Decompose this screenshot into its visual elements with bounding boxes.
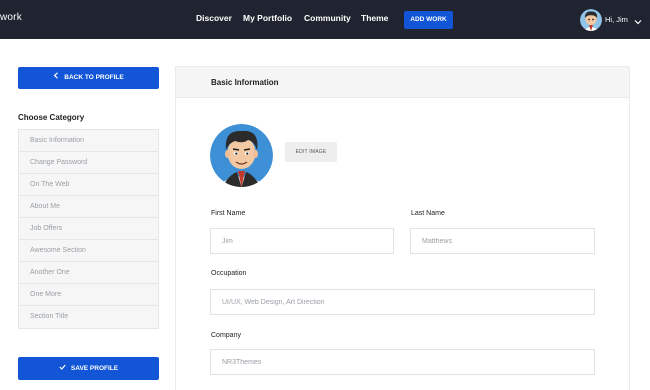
category-item-about-me[interactable]: About Me (19, 196, 158, 218)
edit-image-button[interactable]: EDIT IMAGE (285, 142, 337, 162)
brand-logo-text[interactable]: work (0, 12, 22, 23)
user-greeting: Hi, Jim (605, 15, 628, 24)
category-item-section-title[interactable]: Section Title (19, 306, 158, 328)
category-item-change-password[interactable]: Change Password (19, 152, 158, 174)
last-name-label: Last Name (411, 210, 445, 217)
nav-link-community[interactable]: Community (304, 13, 351, 23)
first-name-label: First Name (211, 210, 246, 217)
nav-link-theme[interactable]: Theme (361, 13, 388, 23)
last-name-input[interactable] (410, 228, 595, 254)
category-item-awesome-section[interactable]: Awesome Section (19, 240, 158, 262)
category-item-job-offers[interactable]: Job Offers (19, 218, 158, 240)
save-profile-label: SAVE PROFILE (70, 365, 119, 372)
category-heading: Choose Category (18, 113, 85, 122)
back-to-profile-label: BACK TO PROFILE (64, 74, 124, 81)
add-work-button[interactable]: ADD WORK (404, 11, 453, 29)
back-to-profile-button[interactable]: BACK TO PROFILE (18, 67, 159, 89)
first-name-input[interactable] (210, 228, 394, 254)
profile-picture (210, 124, 273, 187)
occupation-label: Occupation (211, 270, 247, 277)
category-item-basic-information[interactable]: Basic Information (19, 130, 158, 152)
top-navigation-bar: work Discover My Portfolio Community The… (0, 0, 650, 39)
occupation-input[interactable] (210, 289, 595, 315)
nav-link-discover[interactable]: Discover (196, 13, 232, 23)
category-item-on-the-web[interactable]: On The Web (19, 174, 158, 196)
nav-link-my-portfolio[interactable]: My Portfolio (243, 13, 292, 23)
panel-title: Basic Information (176, 67, 629, 98)
avatar (580, 9, 602, 31)
category-item-one-more[interactable]: One More (19, 284, 158, 306)
chevron-down-icon[interactable] (633, 14, 643, 25)
company-input[interactable] (210, 349, 595, 375)
check-icon (59, 357, 66, 380)
category-list: Basic Information Change Password On The… (18, 129, 159, 329)
save-profile-button[interactable]: SAVE PROFILE (18, 357, 159, 380)
company-label: Company (211, 332, 241, 339)
chevron-left-icon (53, 67, 59, 89)
category-item-another-one[interactable]: Another One (19, 262, 158, 284)
